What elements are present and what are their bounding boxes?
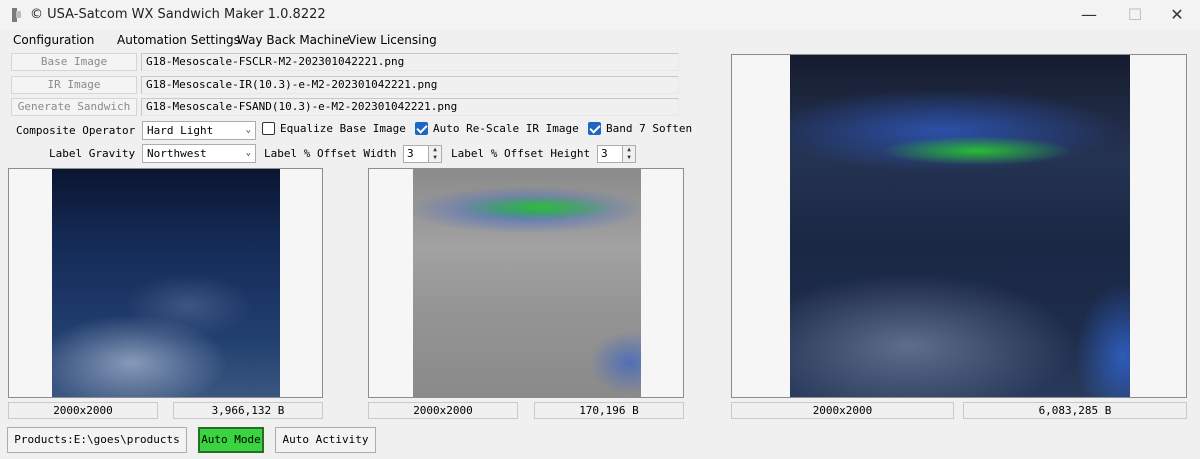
offset-height-label: Label % Offset Height <box>451 147 591 160</box>
spin-down-icon[interactable]: ▼ <box>622 154 635 162</box>
menu-configuration[interactable]: Configuration <box>13 33 94 47</box>
ir-image-preview <box>413 169 641 397</box>
label-gravity-select[interactable]: Northwest ⌄ <box>142 144 256 163</box>
label-gravity-value: Northwest <box>147 147 207 160</box>
base-image-panel <box>8 168 323 398</box>
auto-mode-button[interactable]: Auto Mode <box>198 427 264 453</box>
composite-operator-value: Hard Light <box>147 124 214 137</box>
offset-height-value: 3 <box>601 147 608 160</box>
minimize-icon[interactable]: — <box>1066 0 1112 30</box>
offset-height-spinner[interactable]: 3 ▲ ▼ <box>597 145 636 163</box>
base-image-button[interactable]: Base Image <box>11 53 137 71</box>
sandwich-image-filesize: 6,083,285 B <box>963 402 1187 419</box>
auto-activity-button[interactable]: Auto Activity <box>275 427 376 453</box>
menu-automation-settings[interactable]: Automation Settings <box>117 33 240 47</box>
offset-width-value: 3 <box>407 147 414 160</box>
base-image-dimensions: 2000x2000 <box>8 402 158 419</box>
ir-image-dimensions: 2000x2000 <box>368 402 518 419</box>
ir-image-button[interactable]: IR Image <box>11 76 137 94</box>
band7-label: Band 7 Soften <box>606 122 693 135</box>
sandwich-image-dimensions: 2000x2000 <box>731 402 954 419</box>
composite-operator-label: Composite Operator <box>16 124 136 137</box>
equalize-label: Equalize Base Image <box>280 122 406 135</box>
ir-image-field[interactable]: G18-Mesoscale-IR(10.3)-e-M2-202301042221… <box>141 76 679 94</box>
chevron-down-icon: ⌄ <box>245 125 251 135</box>
band7-checkbox[interactable] <box>588 122 601 135</box>
generate-sandwich-field[interactable]: G18-Mesoscale-FSAND(10.3)-e-M2-202301042… <box>141 98 679 116</box>
window-title: © USA-Satcom WX Sandwich Maker 1.0.8222 <box>30 7 326 22</box>
base-image-field[interactable]: G18-Mesoscale-FSCLR-M2-202301042221.png <box>141 53 679 71</box>
chevron-down-icon: ⌄ <box>245 148 251 158</box>
generate-sandwich-button[interactable]: Generate Sandwich <box>11 98 137 116</box>
close-icon[interactable]: ✕ <box>1154 0 1200 30</box>
rescale-label: Auto Re-Scale IR Image <box>433 122 579 135</box>
ir-image-panel <box>368 168 684 398</box>
products-folder-button[interactable]: Products:E:\goes\products <box>7 427 187 453</box>
menu-way-back-machine[interactable]: Way Back Machine <box>237 33 350 47</box>
ir-image-filesize: 170,196 B <box>534 402 684 419</box>
base-image-filesize: 3,966,132 B <box>173 402 323 419</box>
sandwich-image-preview <box>790 55 1130 397</box>
offset-width-spinner[interactable]: 3 ▲ ▼ <box>403 145 442 163</box>
spin-down-icon[interactable]: ▼ <box>428 154 441 162</box>
sandwich-image-panel <box>731 54 1187 398</box>
rescale-checkbox[interactable] <box>415 122 428 135</box>
equalize-checkbox[interactable] <box>262 122 275 135</box>
app-icon <box>12 8 21 22</box>
menu-view-licensing[interactable]: View Licensing <box>348 33 437 47</box>
maximize-icon[interactable]: ☐ <box>1112 0 1158 30</box>
label-gravity-label: Label Gravity <box>49 147 136 160</box>
composite-operator-select[interactable]: Hard Light ⌄ <box>142 121 256 140</box>
offset-width-label: Label % Offset Width <box>264 147 397 160</box>
base-image-preview <box>52 169 280 397</box>
